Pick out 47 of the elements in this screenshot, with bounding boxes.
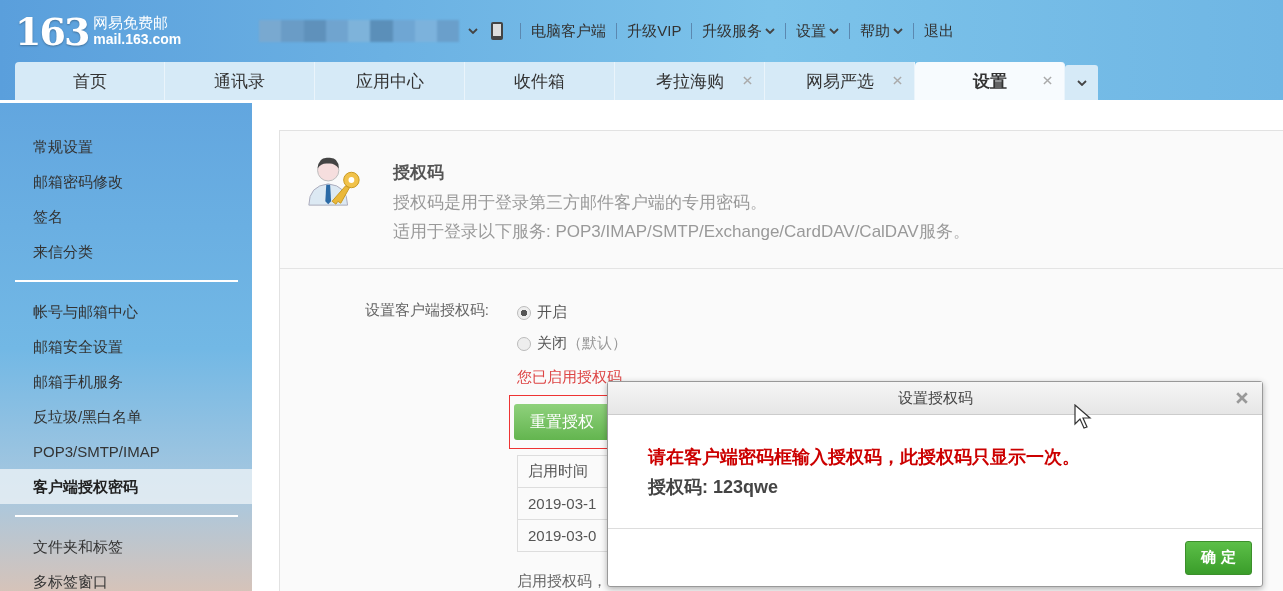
sidebar-item[interactable]: 客户端授权密码	[0, 469, 252, 504]
tab[interactable]: 收件箱	[465, 62, 615, 100]
tab[interactable]: 设置	[915, 62, 1065, 100]
sidebar-item[interactable]: 反垃圾/黑白名单	[0, 399, 252, 434]
description-text: 授权码是用于登录第三方邮件客户端的专用密码。	[393, 192, 768, 214]
caret-icon[interactable]	[829, 28, 840, 34]
logo-number: 163	[15, 8, 89, 54]
tab[interactable]: 通讯录	[165, 62, 315, 100]
sidebar-item[interactable]: 多标签窗口	[0, 564, 252, 591]
header-link[interactable]: 电脑客户端	[531, 21, 607, 41]
header-link[interactable]: 设置	[796, 21, 827, 41]
caret-icon[interactable]	[468, 28, 479, 34]
sidebar-item[interactable]: 来信分类	[0, 234, 252, 269]
caret-icon[interactable]	[1076, 79, 1087, 86]
radio-label[interactable]: 关闭	[537, 334, 567, 353]
sidebar-item[interactable]: 帐号与邮箱中心	[0, 294, 252, 329]
header-link[interactable]: 升级VIP	[627, 21, 682, 41]
field-label: 设置客户端授权码:	[363, 300, 489, 320]
sidebar-item[interactable]: POP3/SMTP/IMAP	[0, 434, 252, 469]
sidebar-item[interactable]: 文件夹和标签	[0, 529, 252, 564]
sidebar-item[interactable]: 邮箱手机服务	[0, 364, 252, 399]
sidebar-item[interactable]: 签名	[0, 199, 252, 234]
radio-note: （默认）	[567, 334, 627, 353]
caret-icon[interactable]	[893, 28, 904, 34]
sidebar-item[interactable]: 常规设置	[0, 129, 252, 164]
radio-button[interactable]	[517, 305, 531, 320]
tab[interactable]: 应用中心	[315, 62, 465, 100]
header-link[interactable]: 退出	[924, 21, 955, 41]
sidebar-item[interactable]: 邮箱安全设置	[0, 329, 252, 364]
section-title: 授权码	[393, 162, 445, 184]
tab[interactable]: 网易严选	[765, 62, 915, 100]
cursor-icon	[1074, 404, 1092, 430]
header-link[interactable]: 升级服务	[702, 21, 763, 41]
phone-icon[interactable]	[490, 21, 505, 41]
description-text: 适用于登录以下服务: POP3/IMAP/SMTP/Exchange/CardDAV/CalDAV服务。	[393, 221, 970, 243]
logo-domain: mail.163.com	[93, 31, 182, 48]
info-text: 启用授权码，	[517, 572, 608, 591]
close-icon[interactable]	[1236, 392, 1248, 404]
radio-label[interactable]: 开启	[537, 303, 567, 322]
tab[interactable]: 首页	[15, 62, 165, 100]
caret-icon[interactable]	[765, 28, 776, 34]
sidebar-item[interactable]: 邮箱密码修改	[0, 164, 252, 199]
dialog-title: 设置授权码	[897, 388, 973, 408]
tab[interactable]: 考拉海购	[615, 62, 765, 100]
header-link[interactable]: 帮助	[860, 21, 891, 41]
logo-name: 网易免费邮	[93, 14, 170, 31]
radio-button[interactable]	[517, 336, 531, 351]
